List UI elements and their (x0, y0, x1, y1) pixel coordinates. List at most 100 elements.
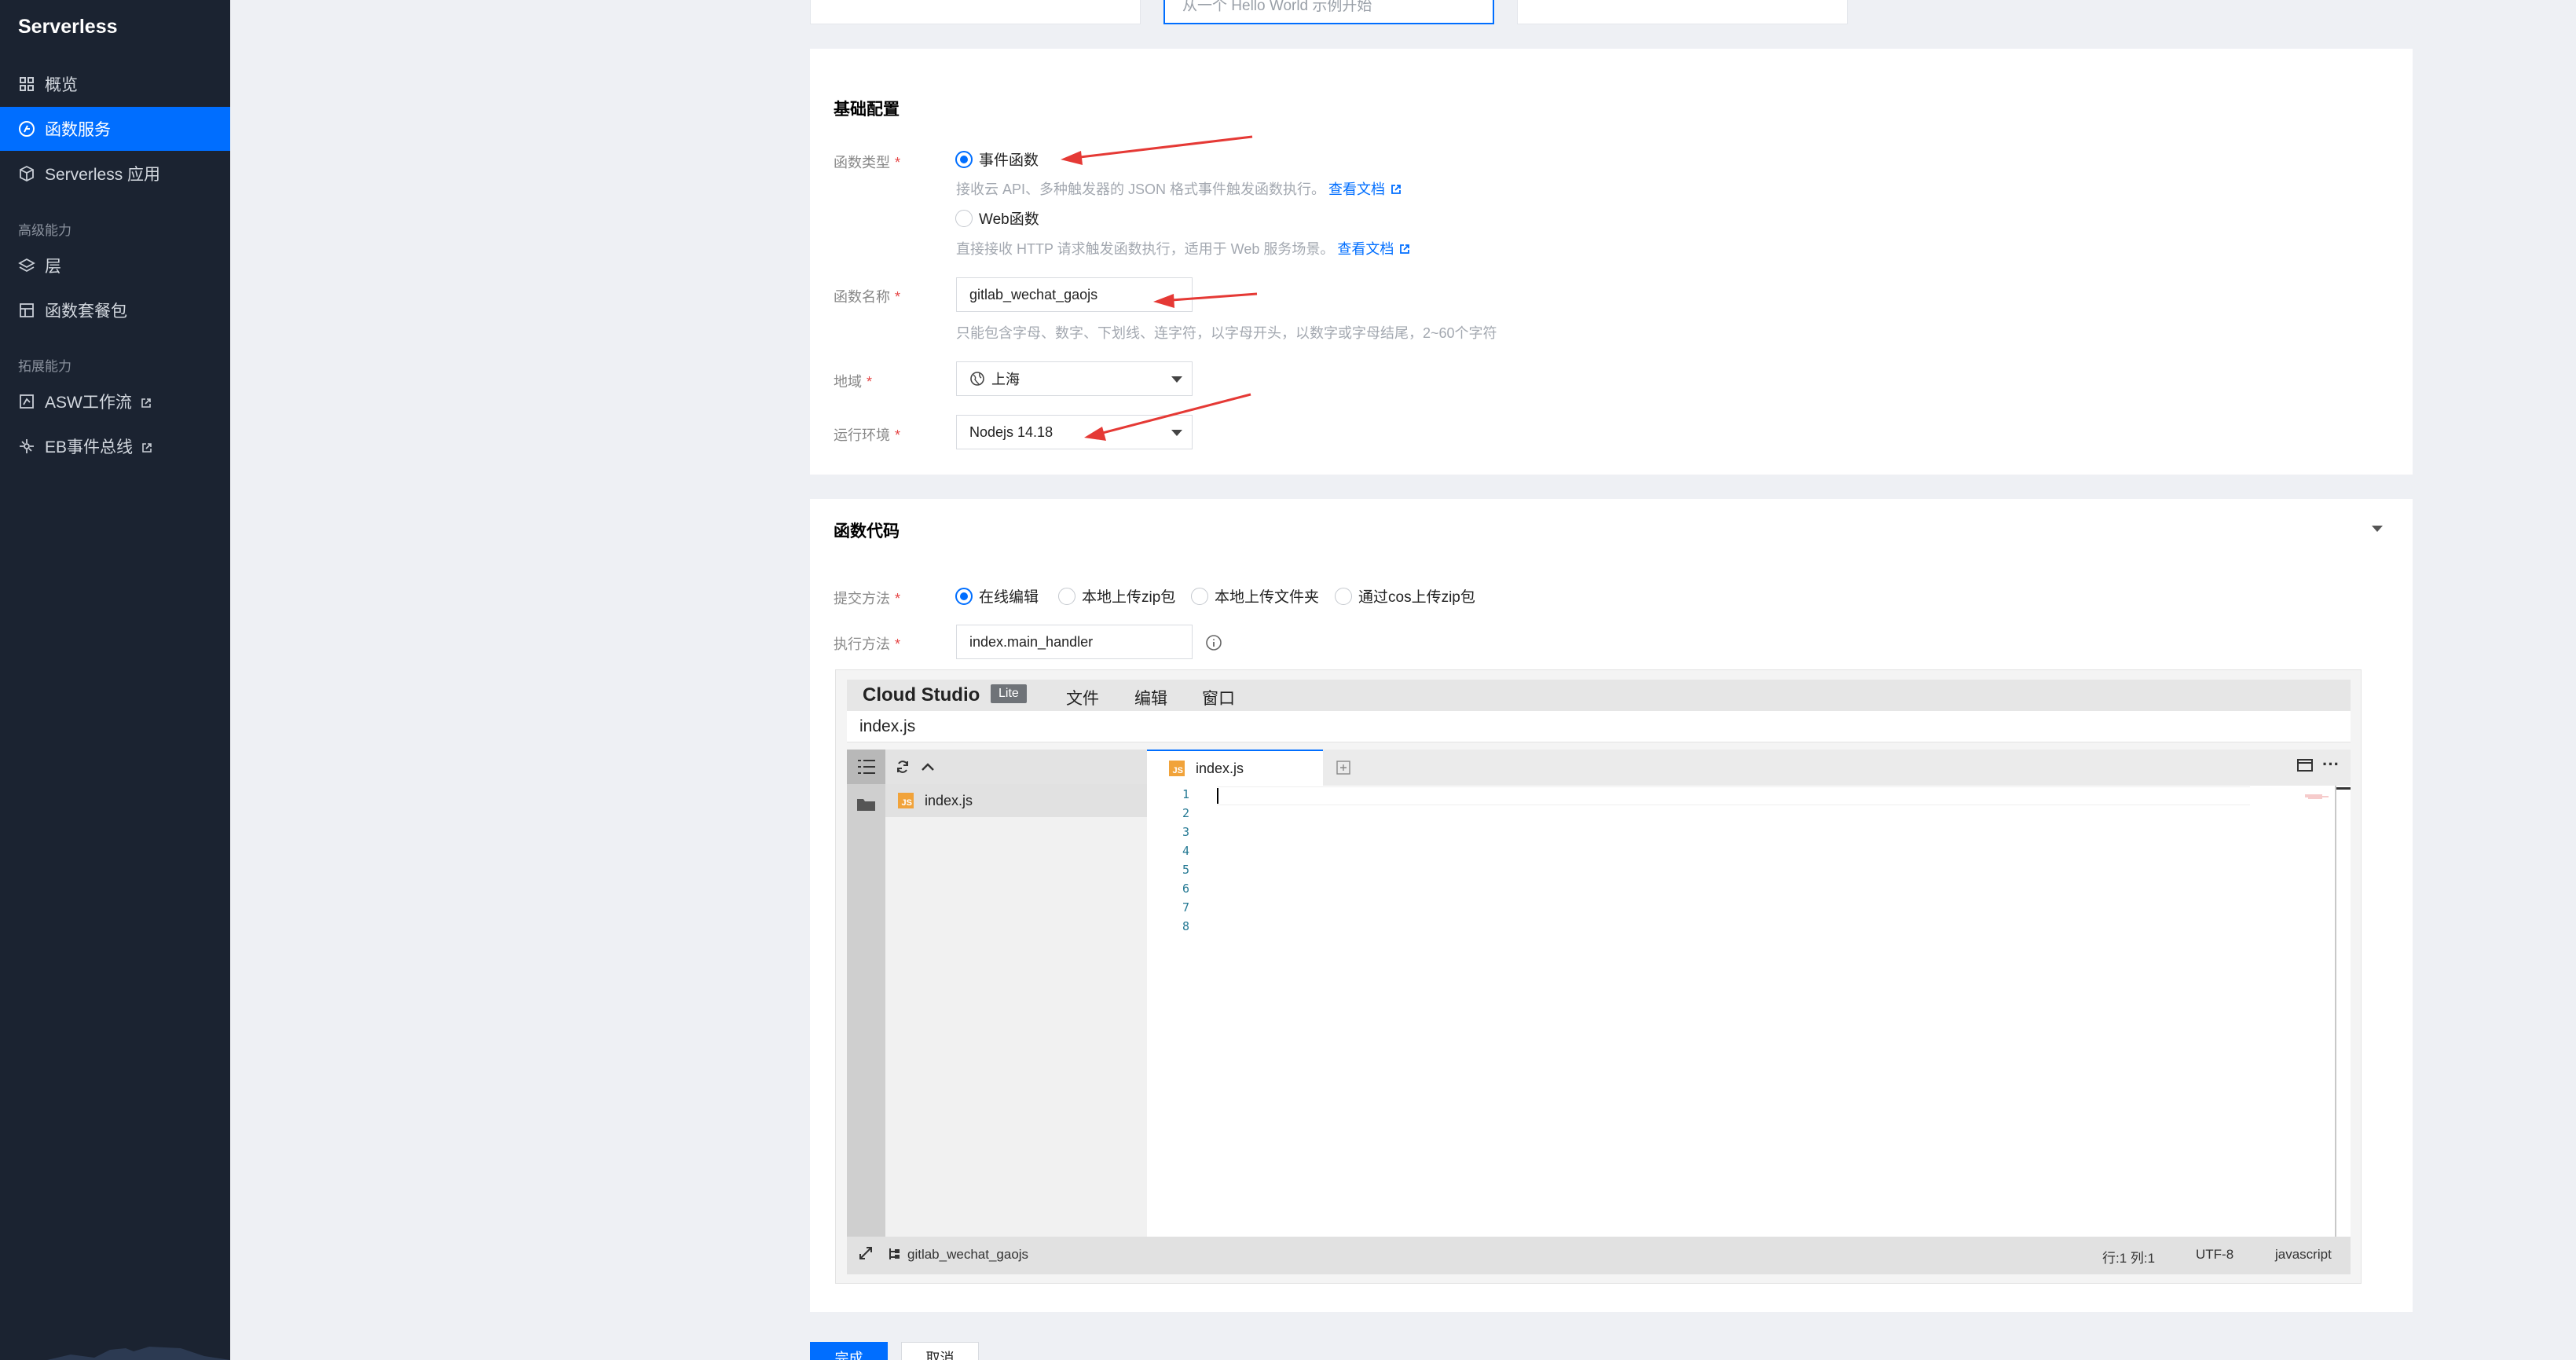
cloud-studio-editor: Cloud Studio Lite 文件 编辑 窗口 index.js JS i… (835, 669, 2362, 1284)
activity-bar (847, 750, 885, 1237)
sidebar-item-label: Serverless 应用 (45, 166, 161, 184)
current-line-highlight (1217, 786, 2250, 805)
layers-icon (18, 257, 35, 274)
status-cursor-position[interactable]: 行:1 列:1 (2102, 1247, 2155, 1267)
submit-method-label: 提交方法 * (834, 591, 901, 607)
event-doc-link[interactable]: 查看文档 (1328, 181, 1385, 197)
cancel-button[interactable]: 取消 (901, 1342, 979, 1360)
sidebar-item-serverless-app[interactable]: Serverless 应用 (0, 152, 230, 196)
new-tab-icon[interactable] (1336, 760, 1351, 779)
vertical-scrollbar[interactable] (2335, 786, 2336, 1237)
ide-file-path: index.js (847, 711, 2351, 742)
radio-dot (955, 587, 973, 605)
ide-brand: Cloud Studio (863, 684, 980, 706)
collapse-chevron-icon[interactable] (2372, 526, 2383, 532)
submit-cos-zip-radio[interactable]: 通过cos上传zip包 (1335, 585, 1475, 607)
sidebar-item-label: ASW工作流 (45, 394, 132, 412)
sidebar-item-overview[interactable]: 概览 (0, 62, 230, 106)
expand-icon[interactable] (858, 1245, 874, 1265)
event-function-radio[interactable]: 事件函数 (955, 148, 1039, 170)
text-cursor (1217, 788, 1218, 804)
runtime-label: 运行环境 * (834, 427, 901, 443)
line-number: 8 (1182, 919, 1189, 933)
template-card-3[interactable] (1517, 0, 1848, 24)
external-link-icon (141, 440, 153, 453)
line-number: 4 (1182, 844, 1189, 858)
status-project[interactable]: gitlab_wechat_gaojs (907, 1247, 1028, 1263)
line-number: 1 (1182, 787, 1189, 801)
explorer-file-index-js[interactable]: JS index.js (885, 784, 1147, 817)
basic-config-title: 基础配置 (834, 101, 900, 119)
ide-menubar: Cloud Studio Lite 文件 编辑 窗口 (847, 680, 2351, 711)
chevron-down-icon (1171, 376, 1182, 383)
submit-local-zip-radio[interactable]: 本地上传zip包 (1058, 585, 1175, 607)
cube-icon (18, 165, 35, 182)
editor-tab-index-js[interactable]: JS index.js (1147, 750, 1323, 786)
sidebar-item-label: 概览 (45, 76, 78, 94)
minimap[interactable] (2305, 789, 2336, 799)
sidebar-item-function-service[interactable]: 函数服务 (0, 107, 230, 151)
ide-body: JS index.js JS index.js ··· 1 2 3 4 5 6 … (847, 750, 2351, 1237)
maximize-icon[interactable] (2296, 757, 2314, 777)
sidebar-item-asw-workflow[interactable]: ASW工作流 (0, 379, 230, 423)
group-label-extend: 拓展能力 (18, 359, 71, 374)
web-function-label: Web函数 (979, 211, 1039, 228)
runtime-select[interactable]: Nodejs 14.18 (956, 415, 1193, 449)
radio-dot (955, 150, 973, 168)
func-name-label: 函数名称 * (834, 289, 901, 305)
sidebar-item-label: 函数套餐包 (45, 302, 127, 321)
line-number: 5 (1182, 863, 1189, 877)
status-encoding[interactable]: UTF-8 (2196, 1247, 2233, 1263)
workflow-icon (18, 393, 35, 410)
grid-icon (18, 75, 35, 93)
folder-icon[interactable] (856, 797, 877, 816)
menu-edit[interactable]: 编辑 (1134, 686, 1167, 709)
func-type-label: 函数类型 * (834, 155, 901, 170)
sidebar: Serverless 概览 函数服务 Serverless 应用 高级能力 层 … (0, 0, 230, 1360)
package-icon (18, 302, 35, 319)
file-explorer: JS index.js (885, 750, 1147, 1237)
function-icon (18, 120, 35, 137)
line-number: 7 (1182, 900, 1189, 915)
external-link-icon[interactable] (1398, 243, 1411, 259)
project-tree-icon (888, 1247, 902, 1265)
sidebar-item-label: EB事件总线 (45, 438, 134, 456)
menu-window[interactable]: 窗口 (1202, 686, 1235, 709)
submit-online-edit-radio[interactable]: 在线编辑 (955, 585, 1039, 607)
external-link-icon[interactable] (1390, 183, 1402, 200)
region-select[interactable]: 上海 (956, 361, 1193, 396)
func-name-input[interactable]: gitlab_wechat_gaojs (956, 277, 1193, 312)
radio-dot (1335, 587, 1352, 605)
function-code-title: 函数代码 (834, 522, 900, 541)
sidebar-footer-decoration (0, 1340, 230, 1360)
line-number-gutter: 1 2 3 4 5 6 7 8 (1147, 786, 1202, 1237)
refresh-icon[interactable] (895, 759, 911, 779)
collapse-up-icon[interactable] (920, 761, 936, 777)
external-link-icon (140, 395, 152, 408)
code-editor[interactable]: JS index.js ··· 1 2 3 4 5 6 7 8 (1147, 750, 2351, 1237)
submit-local-folder-radio[interactable]: 本地上传文件夹 (1191, 585, 1319, 607)
scrollbar-thumb[interactable] (2336, 787, 2351, 790)
sidebar-item-eb-event-bus[interactable]: EB事件总线 (0, 424, 230, 468)
brand-title: Serverless (18, 16, 118, 38)
line-number: 6 (1182, 882, 1189, 896)
more-options-icon[interactable]: ··· (2322, 754, 2340, 775)
group-label-advanced: 高级能力 (18, 223, 71, 238)
sidebar-item-package[interactable]: 函数套餐包 (0, 288, 230, 332)
radio-dot (1191, 587, 1208, 605)
status-language[interactable]: javascript (2275, 1247, 2332, 1263)
web-function-radio[interactable]: Web函数 (955, 207, 1039, 229)
template-card-text: 从一个 Hello World 示例开始 (1182, 0, 1372, 14)
confirm-button[interactable]: 完成 (810, 1342, 888, 1360)
basic-config-panel: 基础配置 函数类型 * 事件函数 接收云 API、多种触发器的 JSON 格式事件… (810, 49, 2413, 475)
event-bus-icon (18, 438, 35, 455)
handler-input[interactable]: index.main_handler (956, 625, 1193, 659)
web-doc-link[interactable]: 查看文档 (1337, 241, 1394, 257)
outline-icon[interactable] (847, 750, 885, 784)
template-card-1[interactable] (810, 0, 1141, 24)
template-card-hello-world[interactable]: 从一个 Hello World 示例开始 (1163, 0, 1494, 24)
menu-file[interactable]: 文件 (1066, 686, 1099, 709)
info-icon[interactable] (1205, 634, 1222, 655)
sidebar-item-layer[interactable]: 层 (0, 244, 230, 288)
handler-label: 执行方法 * (834, 636, 901, 652)
